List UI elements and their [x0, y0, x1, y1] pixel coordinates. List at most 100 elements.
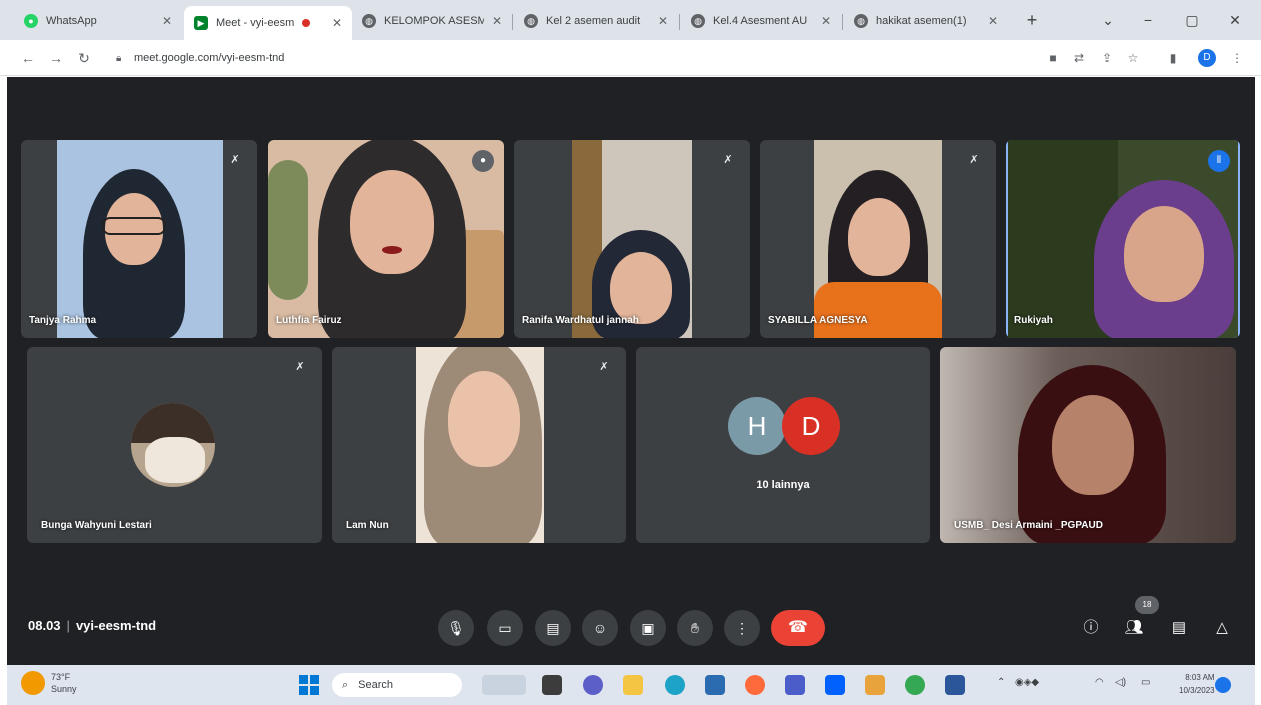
back-arrow-icon[interactable]: ← — [18, 48, 38, 68]
participant-tile[interactable]: ⦀ Rukiyah — [1006, 140, 1240, 338]
others-tile[interactable]: H D 10 lainnya — [636, 347, 930, 543]
tab-title: KELOMPOK ASESM — [384, 15, 484, 27]
participant-name: Rukiyah — [1014, 315, 1053, 326]
emoji-icon: ☺ — [592, 620, 608, 636]
photos-app-icon[interactable] — [865, 675, 885, 695]
tab-kelompok[interactable]: ◍ KELOMPOK ASESM ✕ — [352, 6, 512, 36]
participant-tile[interactable]: ✗ Lam Nun — [332, 347, 626, 543]
shapes-icon: △ — [1216, 619, 1228, 636]
chrome-icon[interactable] — [905, 675, 925, 695]
battery-icon[interactable]: ▭ — [1141, 677, 1150, 688]
side-panel-icon[interactable]: ▮ — [1164, 49, 1182, 67]
tab-search-icon[interactable]: ⌄ — [1093, 8, 1123, 32]
close-icon[interactable]: ✕ — [492, 14, 502, 28]
widgets-app-icon[interactable] — [482, 675, 526, 695]
forward-arrow-icon[interactable]: → — [46, 48, 66, 68]
weather-widget[interactable]: 73°F Sunny — [21, 671, 77, 695]
tab-title: Kel.4 Asesment AU — [713, 15, 808, 27]
address-bar[interactable]: 🔒︎ meet.google.com/vyi-eesm-tnd — [108, 46, 1038, 70]
taskbar-clock[interactable]: 8:03 AM 10/3/2023 — [1179, 671, 1215, 697]
participant-tile[interactable]: ✗ Tanjya Rahma — [21, 140, 257, 338]
taskbar: 73°F Sunny ⌕ Search ⌃ ◉◈◆ ◠ ◁) ▭ 8:03 AM… — [7, 665, 1255, 705]
leave-call-button[interactable]: ☎︎ — [771, 610, 825, 646]
task-view-icon[interactable] — [542, 675, 562, 695]
notification-icon[interactable] — [1215, 677, 1231, 693]
captions-button[interactable]: ▤ — [535, 610, 571, 646]
browser-toolbar: ← → ↻ 🔒︎ meet.google.com/vyi-eesm-tnd ■ … — [0, 40, 1261, 76]
meeting-code: vyi-eesm-tnd — [75, 618, 157, 633]
participant-name: Tanjya Rahma — [29, 315, 97, 326]
volume-icon[interactable]: ◁) — [1115, 677, 1126, 688]
maximize-button[interactable]: ▢ — [1177, 8, 1207, 32]
microphone-icon: 🎙︎ — [447, 620, 465, 636]
bookmark-star-icon[interactable]: ☆ — [1124, 49, 1142, 67]
close-icon[interactable]: ✕ — [332, 16, 342, 30]
tab-meet[interactable]: ▶ Meet - vyi-eesm ✕ — [184, 6, 352, 40]
participant-tile[interactable]: ✗ SYABILLA AGNESYA — [760, 140, 996, 338]
camera-button[interactable]: ▭ — [487, 610, 523, 646]
more-options-button[interactable]: ⋮ — [724, 610, 760, 646]
participant-name: Lam Nun — [346, 520, 389, 531]
participant-tile[interactable]: ✗ Ranifa Wardhatul jannah — [514, 140, 750, 338]
tab-kel4[interactable]: ◍ Kel.4 Asesment AU ✕ — [681, 6, 841, 36]
taskbar-search[interactable]: ⌕ Search — [332, 673, 462, 697]
tray-app-icons[interactable]: ◉◈◆ — [1015, 677, 1039, 688]
tab-whatsapp[interactable]: ● WhatsApp ✕ — [14, 6, 182, 36]
store-icon[interactable] — [705, 675, 725, 695]
close-icon[interactable]: ✕ — [988, 14, 998, 28]
translate-icon[interactable]: ⇄ — [1070, 49, 1088, 67]
screen: ● WhatsApp ✕ ▶ Meet - vyi-eesm ✕ ◍ KELOM… — [0, 0, 1261, 705]
tab-hakikat[interactable]: ◍ hakikat asemen(1) ✕ — [844, 6, 1008, 36]
dropbox-icon[interactable] — [825, 675, 845, 695]
people-icon: 👥︎ — [1124, 619, 1144, 636]
new-tab-button[interactable]: + — [1020, 8, 1044, 32]
participant-tile[interactable]: USMB_ Desi Armaini _PGPAUD — [940, 347, 1236, 543]
participant-video — [814, 140, 942, 338]
file-explorer-icon[interactable] — [623, 675, 643, 695]
activities-button[interactable]: △ — [1210, 616, 1234, 640]
participant-tile[interactable]: ✗ Bunga Wahyuni Lestari — [27, 347, 322, 543]
microphone-button[interactable]: 🎙︎ — [438, 610, 474, 646]
info-icon: ⓘ — [1083, 619, 1099, 636]
recording-dot-icon — [302, 19, 310, 27]
menu-kebab-icon[interactable]: ⋮ — [1228, 49, 1246, 67]
reactions-button[interactable]: ☺ — [582, 610, 618, 646]
weather-temp: 73°F — [51, 672, 71, 682]
raise-hand-button[interactable]: ✋︎ — [677, 610, 713, 646]
participant-video — [1008, 140, 1238, 338]
participant-video — [57, 140, 223, 338]
meeting-time: 08.03 — [28, 618, 61, 633]
participant-tile[interactable]: ● Luthfia Fairuz — [268, 140, 504, 338]
camera-indicator-icon[interactable]: ■ — [1044, 49, 1062, 67]
close-icon[interactable]: ✕ — [658, 14, 668, 28]
minimize-button[interactable]: − — [1133, 8, 1163, 32]
audio-level-icon: ● — [472, 150, 494, 172]
chat-button[interactable]: ▤ — [1167, 616, 1191, 640]
chat-app-icon[interactable] — [583, 675, 603, 695]
present-screen-button[interactable]: ▣ — [630, 610, 666, 646]
people-button[interactable]: 👥︎ — [1122, 616, 1146, 640]
start-button[interactable] — [299, 675, 319, 695]
close-icon[interactable]: ✕ — [821, 14, 831, 28]
share-icon[interactable]: ⇪ — [1098, 49, 1116, 67]
firefox-icon[interactable] — [745, 675, 765, 695]
meeting-details-button[interactable]: ⓘ — [1079, 616, 1103, 640]
edge-browser-icon[interactable] — [665, 675, 685, 695]
others-count-label: 10 lainnya — [756, 479, 810, 491]
profile-avatar[interactable]: D — [1198, 49, 1216, 67]
whatsapp-icon: ● — [24, 14, 38, 28]
wifi-icon[interactable]: ◠ — [1095, 677, 1104, 688]
more-vert-icon: ⋮ — [735, 620, 749, 636]
clock-date: 10/3/2023 — [1179, 686, 1215, 695]
browser-tab-strip: ● WhatsApp ✕ ▶ Meet - vyi-eesm ✕ ◍ KELOM… — [0, 0, 1261, 40]
reload-icon[interactable]: ↻ — [74, 48, 94, 68]
meet-stage: ✗ Tanjya Rahma ● Luthfia Fairuz ✗ Ranifa… — [7, 77, 1255, 665]
close-icon[interactable]: ✕ — [162, 14, 172, 28]
text-app-icon[interactable] — [785, 675, 805, 695]
close-window-button[interactable]: ✕ — [1220, 8, 1250, 32]
mic-off-icon: ✗ — [969, 154, 979, 166]
word-icon[interactable] — [945, 675, 965, 695]
tray-chevron-icon[interactable]: ⌃ — [997, 677, 1005, 688]
tab-kel2[interactable]: ◍ Kel 2 asemen audit ✕ — [514, 6, 678, 36]
participant-video — [572, 140, 692, 338]
